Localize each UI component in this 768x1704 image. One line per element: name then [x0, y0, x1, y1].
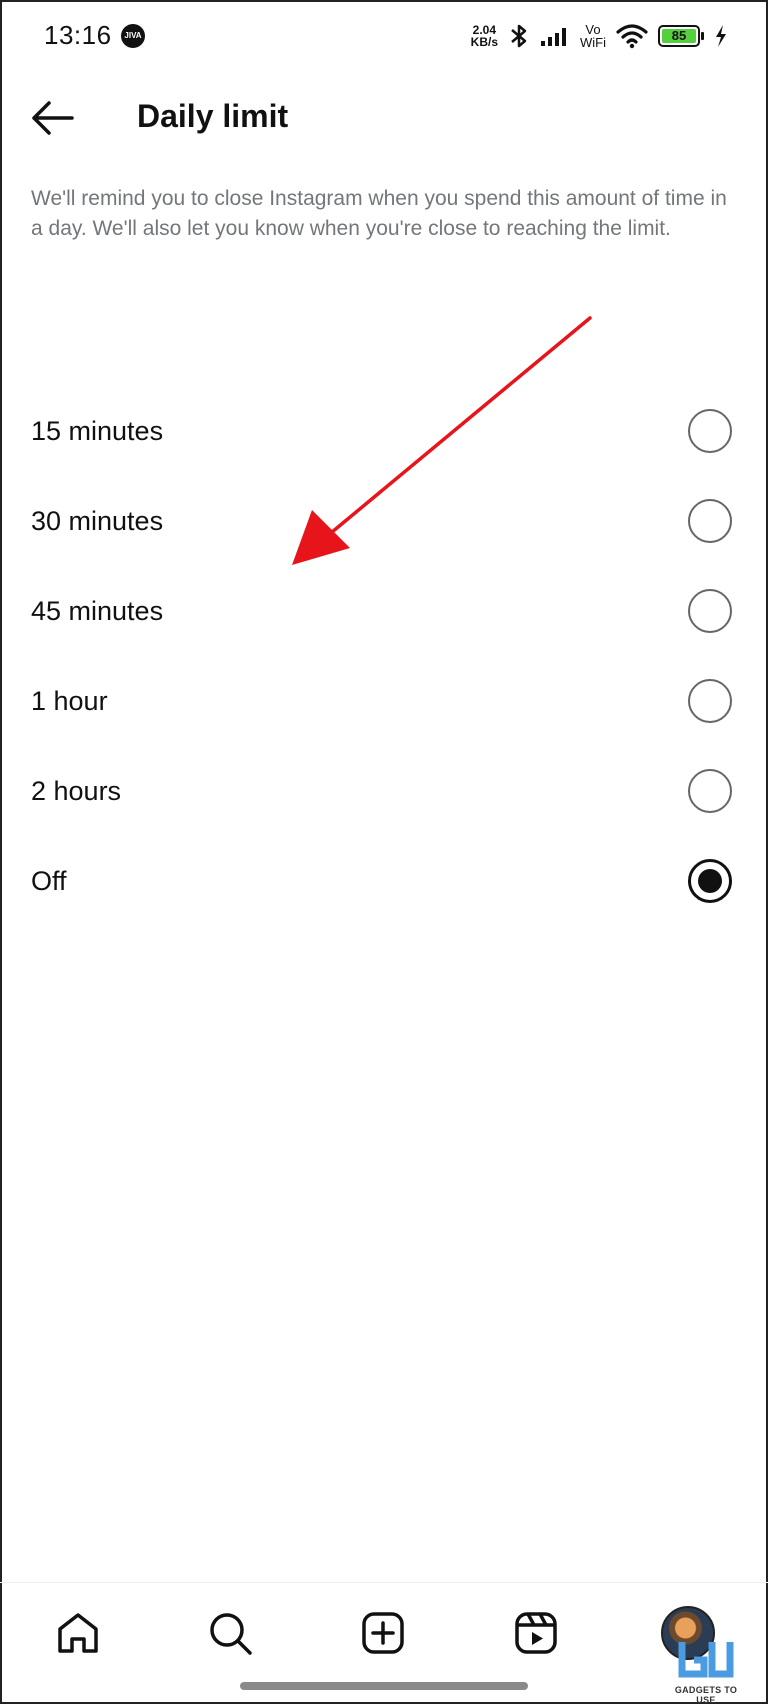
annotation-arrow-icon [292, 316, 592, 565]
network-speed: 2.04 KB/s [470, 23, 498, 49]
option-label: Off [31, 865, 67, 896]
signal-icon [541, 28, 566, 46]
nav-reels[interactable] [508, 1605, 564, 1661]
bluetooth-icon [511, 24, 527, 48]
option-label: 2 hours [31, 775, 122, 806]
vowifi-indicator: Vo WiFi [580, 22, 606, 50]
status-time: 13:16 [44, 20, 112, 50]
create-icon [362, 1612, 404, 1654]
bottom-navigation [0, 1582, 768, 1682]
status-bar: 13:16 JIVA 2.04 KB/s Vo WiFi 85 [0, 0, 768, 72]
wifi-icon [616, 24, 648, 49]
page-title: Daily limit [137, 98, 289, 134]
watermark-text: GADGETS TO USE [674, 1685, 738, 1704]
notification-app-icon: JIVA [121, 24, 145, 48]
radio-button-selected[interactable] [688, 859, 732, 903]
watermark-logo: GADGETS TO USE [664, 1638, 748, 1704]
limit-description: We'll remind you to close Instagram when… [31, 187, 727, 240]
option-2-hours[interactable]: 2 hours [0, 746, 768, 836]
option-off[interactable]: Off [0, 836, 768, 926]
option-label: 15 minutes [31, 415, 164, 446]
radio-button[interactable] [688, 409, 732, 453]
home-indicator[interactable] [240, 1682, 528, 1690]
option-label: 1 hour [31, 685, 108, 716]
option-label: 45 minutes [31, 595, 164, 626]
radio-button[interactable] [688, 589, 732, 633]
home-icon [58, 1613, 98, 1653]
option-1-hour[interactable]: 1 hour [0, 656, 768, 746]
radio-button[interactable] [688, 499, 732, 543]
nav-create[interactable] [355, 1605, 411, 1661]
nav-home[interactable] [50, 1605, 106, 1661]
charging-icon [716, 25, 726, 47]
status-icons: 2.04 KB/s Vo WiFi 85 [471, 18, 728, 54]
nav-search[interactable] [202, 1605, 258, 1661]
search-icon [210, 1613, 252, 1655]
gadgets-to-use-logo-icon [678, 1642, 734, 1678]
battery-icon: 85 [658, 25, 704, 47]
reels-icon [515, 1612, 557, 1654]
radio-button[interactable] [688, 769, 732, 813]
battery-level: 85 [662, 29, 696, 43]
radio-button[interactable] [688, 679, 732, 723]
back-button[interactable] [30, 96, 80, 140]
back-arrow-icon [32, 101, 74, 135]
option-label: 30 minutes [31, 505, 164, 536]
